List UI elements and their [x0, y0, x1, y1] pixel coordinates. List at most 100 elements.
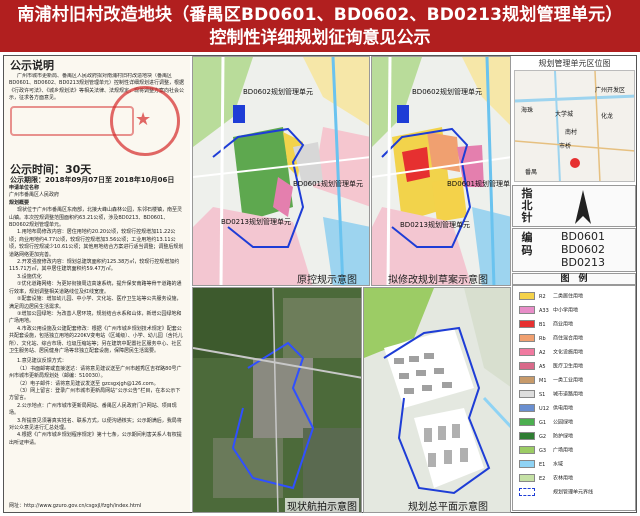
summary-line: ①优化道路网络：为更好衔接周边高速系统，提升保安南路等骨干道路的通行效率，规划调… [9, 281, 182, 295]
map-label-bd0601: BD0601规划管理单元 [293, 180, 364, 188]
legend-item: R2 二类居住用地 [519, 292, 583, 301]
north-arrow-block: 指北针 [512, 185, 636, 227]
location-map: 广州开发区 大学城 海珠 化龙 南村 市桥 番禺 [514, 70, 635, 182]
legend: R2 二类居住用地 A33 中小学用地 B1 商业用地 Rb 商住混合用地 A2 文化设施用地 A5… [512, 285, 636, 511]
legend-code: G1 [539, 419, 547, 426]
legend-swatch [519, 292, 535, 300]
legend-name: 商业用地 [553, 321, 574, 328]
legend-swatch [519, 334, 535, 342]
legend-swatch [519, 432, 535, 440]
north-label: 指北针 [521, 187, 533, 224]
code-label: 编码 [521, 231, 533, 257]
legend-swatch [519, 418, 535, 426]
legend-swatch [519, 404, 535, 412]
legend-name: 农林用地 [553, 475, 574, 482]
summary-line: 现状位于广州市番禺区东南部，北接大峰山森林公园，东邻石楼镇，南至灵山镇。本次控规… [9, 207, 183, 229]
legend-swatch [519, 306, 535, 314]
map-label-bd0602: BD0602规划管理单元 [412, 88, 483, 96]
applicant-value: 广州市番禺区人民政府 [9, 192, 60, 199]
legend-name: 医疗卫生用地 [553, 363, 584, 370]
legend-item: A2 文化设施用地 [519, 348, 583, 357]
contact-line: 3.所提意见须署真实姓名、联系方式，以便沟通核实；公示期满后，我局将对公众意见进… [9, 417, 182, 431]
legend-name: 二类居住用地 [553, 293, 584, 300]
legend-swatch [519, 474, 535, 482]
legend-item: U12 供电用地 [519, 404, 573, 413]
legend-item: E2 农林用地 [519, 474, 573, 483]
code-value: BD0213 [561, 256, 606, 269]
master-plan-graphic [364, 288, 510, 512]
legend-item: S1 城市道路用地 [519, 390, 583, 399]
original-plan-caption: 原控规示意图 [297, 275, 357, 286]
legend-name: 广场用地 [553, 447, 574, 454]
legend-name: 商住混合用地 [553, 335, 584, 342]
legend-code: M1 [539, 377, 547, 384]
legend-swatch [519, 460, 535, 468]
notice-footer-url: 网址：http://www.gzuro.gov.cn/csgxjl/fzgh/i… [9, 502, 142, 509]
summary-line: ③增加公园绿地：为改善人居环境，规划结合水系和山体，新增公园绿地和广场用地。 [9, 310, 182, 325]
legend-name: 文化设施用地 [553, 349, 584, 356]
location-map-title: 规划管理单元区位图 [538, 59, 611, 68]
legend-code: S1 [539, 391, 546, 398]
legend-item: M1 一类工业用地 [519, 376, 583, 385]
legend-item: G3 广场用地 [519, 446, 573, 455]
original-plan-map: BD0602规划管理单元 BD0601规划管理单元 BD0213规划管理单元 原… [192, 56, 370, 286]
master-plan-map: 规划总平面示意图 [363, 287, 511, 513]
legend-code: Rb [539, 335, 546, 342]
summary-line: 4.市政公用设施及公建配套修改：根据《广州市城乡规划技术规定》配套公共配套设施，… [9, 325, 183, 354]
legend-swatch [519, 348, 535, 356]
legend-code: R2 [539, 293, 546, 300]
map-label-bd0213: BD0213规划管理单元 [400, 221, 471, 229]
notice-heading: 公示说明 [10, 59, 54, 72]
contact-line: （3）网上留言：登录广州市城市更新局网站“公示公告”栏目，在本公示下方留言。 [9, 387, 181, 402]
loc-label: 大学城 [555, 111, 574, 118]
notice-dates: 公示期限：2018年09月07日至 2018年10月06日 [10, 176, 175, 184]
aerial-photo-map: 现状航拍示意图 [192, 287, 362, 513]
legend-title: 图 例 [560, 274, 588, 284]
legend-header: 图 例 [512, 273, 636, 285]
summary-line: 1.用地布局修改内容：居住用地约20.20公顷，较现行控规增加11.22公顷；商… [9, 229, 184, 258]
map-label-bd0213: BD0213规划管理单元 [221, 218, 292, 226]
code-value: BD0601 [561, 230, 606, 243]
legend-code: G2 [539, 433, 547, 440]
legend-code: A2 [539, 349, 546, 356]
loc-label: 番禺 [525, 169, 538, 176]
legend-item: 规划管理单元界线 [519, 488, 593, 497]
map-label-bd0601: BD0601规划管理单元 [447, 180, 511, 188]
contact-line: 4.根据《广州市城乡规划程序规定》第十七条，公示期间利害关系人有权提出听证申请。 [9, 432, 182, 446]
legend-item: A5 医疗卫生用地 [519, 362, 583, 371]
legend-code: U12 [539, 405, 550, 412]
legend-name: 规划管理单元界线 [553, 489, 594, 496]
title-banner: 南浦村旧村改造地块（番禺区BD0601、BD0602、BD0213规划管理单元）… [0, 0, 640, 52]
legend-item: Rb 商住混合用地 [519, 334, 583, 343]
summary-line: 2.开发强度修改内容：规划总建筑面积约125.38万㎡，较现行控规增加约115.… [9, 259, 180, 273]
loc-label: 市桥 [559, 143, 572, 150]
seal-stamp-icon [10, 106, 134, 136]
loc-label: 广州开发区 [595, 87, 626, 94]
map-label-bd0602: BD0602规划管理单元 [243, 88, 314, 96]
legend-swatch [519, 320, 535, 328]
legend-name: 一类工业用地 [553, 377, 584, 384]
legend-item: A33 中小学用地 [519, 306, 578, 315]
legend-name: 水域 [553, 461, 564, 468]
code-block: 编码 BD0601 BD0602 BD0213 [512, 228, 636, 272]
legend-swatch [519, 446, 535, 454]
loc-label: 化龙 [601, 113, 614, 120]
legend-item: G2 防护绿地 [519, 432, 573, 441]
legend-name: 供电用地 [553, 405, 574, 412]
draft-plan-caption: 拟修改规划草案示意图 [388, 275, 488, 286]
notice-period: 公示时间：30天 [10, 163, 92, 176]
contact-line: 2.公示地点：广州市城市更新局网站、番禺区人民政府门户网站、项目现场。 [9, 402, 177, 417]
page-title: 南浦村旧村改造地块（番禺区BD0601、BD0602、BD0213规划管理单元） [17, 5, 623, 25]
legend-code: B1 [539, 321, 546, 328]
summary-line: ②配套设施：增加幼儿园、中小学、文化站、医疗卫生站等公共服务设施，满足周边居民生… [9, 296, 182, 310]
legend-item: E1 水域 [519, 460, 563, 469]
legend-name: 公园绿地 [553, 419, 574, 426]
loc-label: 南村 [565, 129, 578, 136]
north-arrow-icon [575, 190, 591, 224]
page-subtitle: 控制性详细规划征询意见公示 [209, 28, 431, 48]
legend-swatch [519, 376, 535, 384]
loc-label: 海珠 [521, 107, 534, 114]
aerial-photo-graphic [193, 288, 361, 512]
legend-code: A33 [539, 307, 549, 314]
legend-code: E2 [539, 475, 546, 482]
